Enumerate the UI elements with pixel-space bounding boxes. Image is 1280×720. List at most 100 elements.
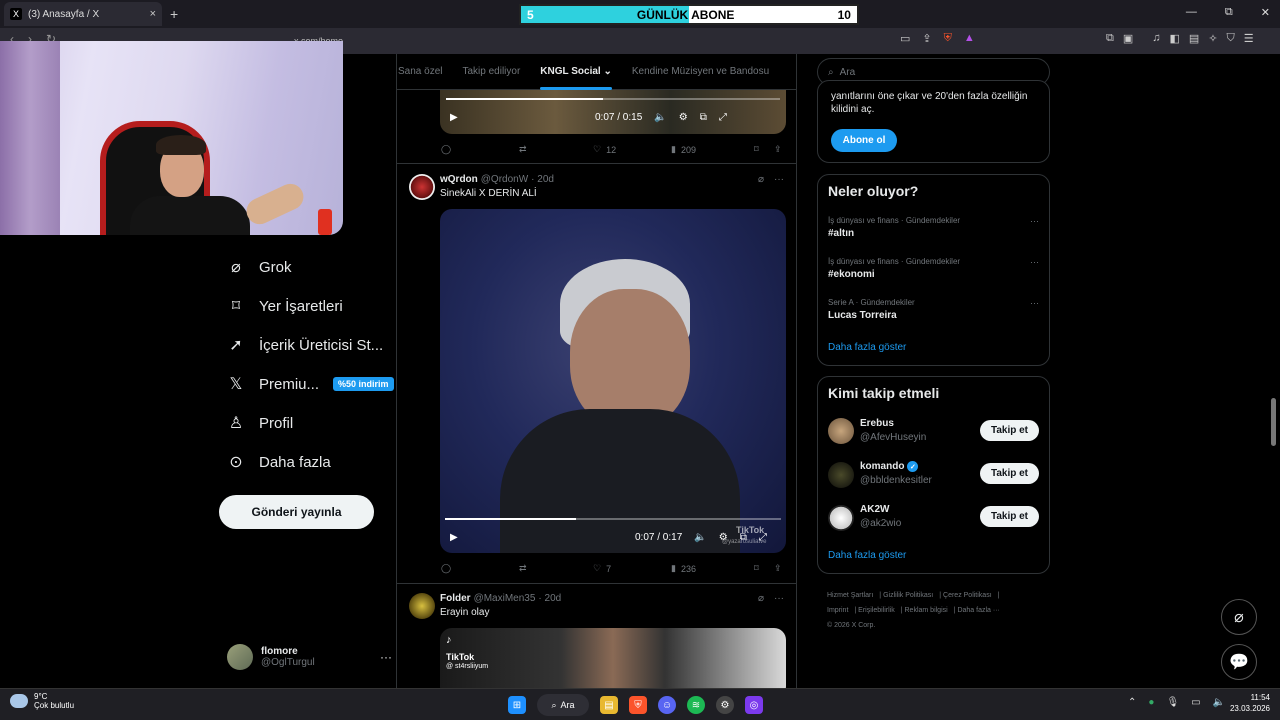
- video-player[interactable]: ♪ TikTok @ st4rsliiyum: [440, 628, 786, 688]
- trend-more-icon[interactable]: ···: [1030, 216, 1039, 226]
- menu-icon[interactable]: ☰: [1244, 32, 1254, 45]
- start-icon[interactable]: ⊞: [508, 696, 526, 714]
- avatar[interactable]: [828, 462, 854, 488]
- brave-icon[interactable]: ⛨: [629, 696, 647, 714]
- share-icon[interactable]: ⇪: [922, 32, 931, 45]
- footer-link[interactable]: Çerez Politikası: [943, 592, 992, 599]
- play-icon[interactable]: ▶: [450, 112, 458, 123]
- trend-name[interactable]: #altın: [828, 228, 854, 239]
- more-icon[interactable]: ···: [774, 174, 784, 185]
- minimize-button[interactable]: —: [1186, 6, 1197, 19]
- network-icon[interactable]: ▭: [1191, 697, 1200, 708]
- trend-name[interactable]: Lucas Torreira: [828, 310, 897, 321]
- show-more-link[interactable]: Daha fazla göster: [828, 342, 906, 353]
- rewards-icon[interactable]: ▲: [964, 32, 975, 45]
- reply-icon[interactable]: ◯: [441, 144, 519, 155]
- tweet-author[interactable]: Folder: [440, 593, 471, 604]
- discord-icon[interactable]: ☺: [658, 696, 676, 714]
- account-switcher[interactable]: flomore @OglTurgul ···: [227, 644, 392, 670]
- avatar[interactable]: [828, 418, 854, 444]
- volume-icon[interactable]: 🔈: [654, 112, 666, 123]
- footer-link[interactable]: Erişilebilirlik: [858, 607, 895, 614]
- nav-item-profile[interactable]: ♙ Profil: [227, 414, 293, 433]
- follow-button[interactable]: Takip et: [980, 420, 1039, 441]
- avatar[interactable]: [409, 593, 435, 619]
- browser-tab[interactable]: X (3) Anasayfa / X ×: [4, 2, 162, 26]
- clock[interactable]: 11:54 23.03.2026: [1222, 692, 1270, 714]
- video-progress-track[interactable]: [446, 98, 780, 100]
- wtf-name[interactable]: Erebus: [860, 418, 894, 429]
- account-more-icon[interactable]: ···: [380, 650, 392, 664]
- screen-icon[interactable]: ▭: [900, 32, 910, 45]
- follow-button[interactable]: Takip et: [980, 463, 1039, 484]
- tab-kngl-social[interactable]: KNGL Social ⌄: [540, 66, 612, 90]
- reader-icon[interactable]: ▣: [1123, 32, 1133, 45]
- footer-link[interactable]: Hizmet Şartları: [827, 592, 873, 599]
- footer-link[interactable]: Daha fazla ···: [957, 607, 999, 614]
- brave-shield-icon[interactable]: ⛨: [944, 32, 952, 45]
- tweet-handle[interactable]: @QrdonW: [481, 174, 528, 185]
- reply-icon[interactable]: ◯: [441, 563, 519, 574]
- file-explorer-icon[interactable]: ▤: [600, 696, 618, 714]
- tweet-handle[interactable]: @MaxiMen35: [474, 593, 536, 604]
- follow-button[interactable]: Takip et: [980, 506, 1039, 527]
- video-progress-track[interactable]: [445, 518, 781, 520]
- share-icon[interactable]: ⇪: [774, 144, 782, 155]
- play-icon[interactable]: ▶: [450, 532, 458, 543]
- tab-following[interactable]: Takip ediliyor: [462, 66, 520, 77]
- wtf-name[interactable]: AK2W: [860, 504, 889, 515]
- obs-icon[interactable]: ◎: [745, 696, 763, 714]
- grok-fab-icon[interactable]: ⌀: [1221, 599, 1257, 635]
- footer-link[interactable]: Reklam bilgisi: [905, 607, 948, 614]
- tab-kendine-muzisyen[interactable]: Kendine Müzisyen ve Bandosu: [632, 66, 769, 77]
- views-button[interactable]: ▮ 209: [671, 144, 754, 155]
- avatar[interactable]: [828, 505, 854, 531]
- sidebar-icon[interactable]: ◧: [1170, 32, 1180, 45]
- more-icon[interactable]: ···: [774, 593, 784, 604]
- grok-icon[interactable]: ⌀: [758, 593, 764, 604]
- trend-more-icon[interactable]: ···: [1030, 257, 1039, 267]
- tweet-author[interactable]: wQrdon: [440, 174, 478, 185]
- video-player[interactable]: ▶ 0:07 / 0:17 🔈 ⚙ ⧉ ⤢ TikTok @yazarosuli…: [440, 209, 786, 553]
- new-tab-button[interactable]: +: [170, 6, 178, 22]
- like-button[interactable]: ♡ 12: [593, 144, 671, 155]
- nav-item-more[interactable]: ⊙ Daha fazla: [227, 453, 330, 472]
- footer-link[interactable]: Imprint: [827, 607, 848, 614]
- show-more-link[interactable]: Daha fazla göster: [828, 550, 906, 561]
- tab-for-you[interactable]: Sana özel: [398, 66, 442, 77]
- spotify-icon[interactable]: ≋: [687, 696, 705, 714]
- weather-widget[interactable]: 9°C Çok bulutlu: [10, 692, 74, 710]
- extensions-icon[interactable]: ⧉: [1106, 32, 1114, 45]
- pip-icon[interactable]: ⧉: [700, 112, 707, 123]
- tweet-time[interactable]: · 20d: [531, 174, 554, 185]
- bookmark-icon[interactable]: ⌑: [754, 563, 774, 574]
- share-icon[interactable]: ⇪: [774, 563, 782, 574]
- leo-icon[interactable]: ✧: [1208, 32, 1217, 45]
- vpn-icon[interactable]: ⛉: [1227, 32, 1235, 45]
- wtf-name[interactable]: komando ✓: [860, 461, 919, 472]
- steam-icon[interactable]: ⚙: [716, 696, 734, 714]
- views-button[interactable]: ▮ 236: [671, 563, 754, 574]
- tab-close-icon[interactable]: ×: [150, 8, 156, 20]
- trend-name[interactable]: #ekonomi: [828, 269, 875, 280]
- settings-icon[interactable]: ⚙: [679, 112, 688, 123]
- nav-item-bookmarks[interactable]: ⌑ Yer İşaretleri: [227, 297, 343, 316]
- retweet-icon[interactable]: ⇄: [519, 563, 593, 574]
- scrollbar[interactable]: [1271, 398, 1276, 446]
- footer-link[interactable]: Gizlilik Politikası: [883, 592, 933, 599]
- music-icon[interactable]: ♫: [1152, 32, 1160, 45]
- url-field[interactable]: x.com/home: [272, 32, 892, 50]
- subscribe-button[interactable]: Abone ol: [831, 129, 897, 152]
- maximize-button[interactable]: ⧉: [1225, 6, 1233, 19]
- avatar[interactable]: [409, 174, 435, 200]
- grok-icon[interactable]: ⌀: [758, 174, 764, 185]
- close-window-button[interactable]: ✕: [1261, 6, 1270, 19]
- wallet-icon[interactable]: ▤: [1189, 32, 1199, 45]
- tweet-time[interactable]: · 20d: [538, 593, 561, 604]
- volume-icon[interactable]: 🔈: [694, 532, 706, 543]
- retweet-icon[interactable]: ⇄: [519, 144, 593, 155]
- chevron-up-icon[interactable]: ⌃: [1128, 697, 1136, 708]
- taskbar-search[interactable]: ⌕ Ara: [537, 694, 589, 716]
- messages-fab-icon[interactable]: 💬: [1221, 644, 1257, 680]
- app-tray-icon[interactable]: ●: [1148, 697, 1154, 708]
